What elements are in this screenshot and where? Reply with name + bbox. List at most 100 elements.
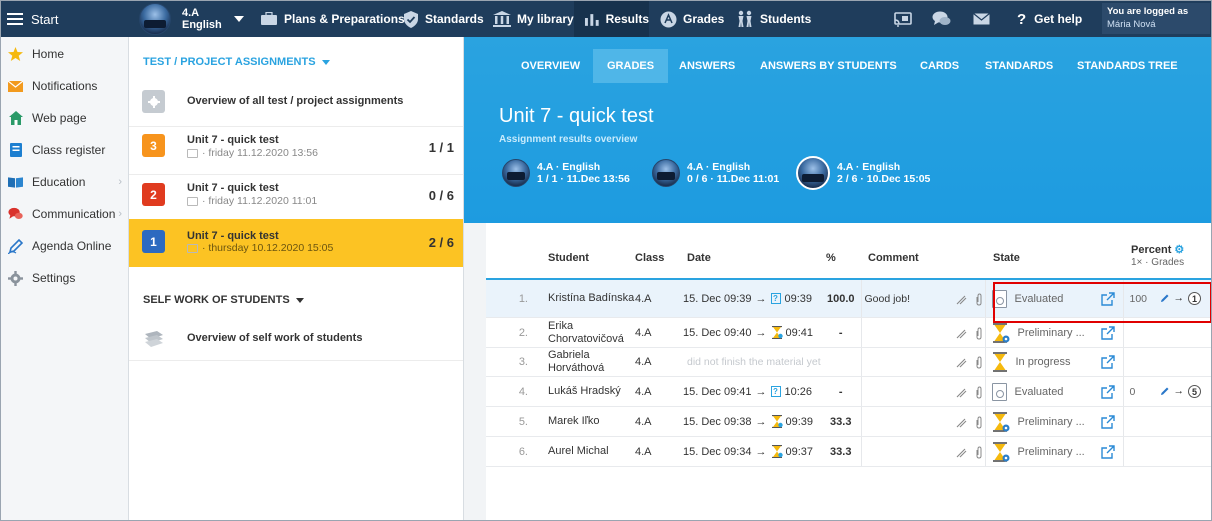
grades-table: Student Class Date % Comment State Perce… xyxy=(486,223,1211,467)
students-icon xyxy=(738,10,752,27)
help-button[interactable]: ? Get help xyxy=(1017,1,1082,37)
student-name[interactable]: Lukáš Hradský xyxy=(538,376,635,407)
student-name[interactable]: Erika Chorvatovičová xyxy=(538,317,635,348)
percent-grade-cell: 0 → 5 xyxy=(1122,376,1211,407)
pen-icon xyxy=(8,238,23,254)
attachment-icon[interactable] xyxy=(975,415,983,429)
comment-cell[interactable] xyxy=(860,317,985,348)
tab-answers-by-students[interactable]: ANSWERS BY STUDENTS xyxy=(746,49,911,83)
student-class: 4.A xyxy=(635,317,679,348)
table-row[interactable]: 5. Marek Iľko 4.A 15. Dec 09:38 → 09:39 33.3 Pr… xyxy=(486,406,1211,437)
col-state[interactable]: State xyxy=(985,223,1123,280)
col-comment[interactable]: Comment xyxy=(861,223,985,280)
hourglass-icon xyxy=(992,352,1007,372)
tab-standards[interactable]: STANDARDS xyxy=(971,49,1067,83)
nav-results[interactable]: Results xyxy=(574,1,649,37)
sidebar-item-communication[interactable]: Communication › xyxy=(1,198,128,230)
nav-grades[interactable]: Grades xyxy=(660,1,724,37)
external-link-icon[interactable] xyxy=(1100,291,1115,306)
attachment-icon[interactable] xyxy=(975,326,983,340)
edit-comment-icon[interactable] xyxy=(956,294,967,305)
edit-comment-icon[interactable] xyxy=(956,417,967,428)
sidebar-item-settings[interactable]: Settings xyxy=(1,262,128,294)
start-label: Start xyxy=(31,11,59,27)
sidebar-item-notifications[interactable]: Notifications xyxy=(1,70,128,102)
overview-self-work[interactable]: Overview of self work of students xyxy=(129,315,463,361)
comment-cell[interactable] xyxy=(860,436,985,467)
version-selector-3[interactable]: 4.A · English 2 / 6 · 10.Dec 15:05 xyxy=(796,155,930,191)
pencil-icon[interactable] xyxy=(1160,293,1170,303)
assignment-item-2[interactable]: 2 Unit 7 - quick test · friday 11.12.202… xyxy=(129,175,463,223)
comment-cell[interactable]: Good job! xyxy=(860,279,985,318)
assignment-item-3[interactable]: 3 Unit 7 - quick test · friday 11.12.202… xyxy=(129,127,463,175)
sidebar-item-home[interactable]: Home xyxy=(1,38,128,70)
table-row[interactable]: 3. Gabriela Horváthová 4.A did not finish t… xyxy=(486,347,1211,377)
col-student[interactable]: Student xyxy=(538,223,635,280)
table-row[interactable]: 1. Kristína Badínska 4.A 15. Dec 09:39 →? 09:… xyxy=(486,279,1211,318)
test-icon xyxy=(187,243,198,253)
student-name[interactable]: Gabriela Horváthová xyxy=(538,347,635,377)
user-account-panel[interactable]: You are logged as Mária Nová xyxy=(1102,3,1210,34)
assignment-item-1[interactable]: 1 Unit 7 - quick test · thursday 10.12.2… xyxy=(129,219,463,267)
tab-overview[interactable]: OVERVIEW xyxy=(507,49,594,83)
row-index: 3. xyxy=(486,347,538,377)
messages-button[interactable] xyxy=(932,1,957,37)
version-selector-2[interactable]: 4.A · English 0 / 6 · 11.Dec 11:01 xyxy=(652,155,779,191)
class-selector[interactable]: 4.A English xyxy=(139,3,244,35)
comment-cell[interactable] xyxy=(860,406,985,437)
start-menu-button[interactable]: Start xyxy=(1,1,129,37)
attachment-icon[interactable] xyxy=(975,292,983,306)
overview-all-assignments[interactable]: Overview of all test / project assignmen… xyxy=(129,79,463,127)
self-work-section-header[interactable]: SELF WORK OF STUDENTS xyxy=(143,294,304,306)
nav-standards[interactable]: Standards xyxy=(403,1,484,37)
external-link-icon[interactable] xyxy=(1100,325,1115,340)
mail-button[interactable] xyxy=(973,1,996,37)
attachment-icon[interactable] xyxy=(975,445,983,459)
student-name[interactable]: Aurel Michal xyxy=(538,436,635,467)
student-name[interactable]: Marek Iľko xyxy=(538,406,635,437)
main-panel: OVERVIEW GRADES ANSWERS ANSWERS BY STUDE… xyxy=(464,37,1211,520)
col-class[interactable]: Class xyxy=(635,223,679,280)
nav-plans[interactable]: Plans & Preparations xyxy=(260,1,405,37)
nav-plans-label: Plans & Preparations xyxy=(284,12,405,26)
sidebar-item-web-page[interactable]: Web page xyxy=(1,102,128,134)
edit-comment-icon[interactable] xyxy=(956,328,967,339)
table-row[interactable]: 4. Lukáš Hradský 4.A 15. Dec 09:41 →? 10:26- E… xyxy=(486,376,1211,407)
col-percent-grade[interactable]: Percent ⚙ 1× · Grades xyxy=(1123,223,1211,280)
edit-comment-icon[interactable] xyxy=(956,387,967,398)
tab-standards-tree[interactable]: STANDARDS TREE xyxy=(1063,49,1192,83)
col-date[interactable]: Date xyxy=(679,223,821,280)
external-link-icon[interactable] xyxy=(1100,444,1115,459)
sidebar-item-class-register[interactable]: Class register xyxy=(1,134,128,166)
sidebar-item-agenda-online[interactable]: Agenda Online xyxy=(1,230,128,262)
nav-library[interactable]: My library xyxy=(493,1,574,37)
app-window: Start 4.A English Plans & Preparations S… xyxy=(0,0,1212,521)
comment-cell[interactable] xyxy=(860,376,985,407)
external-link-icon[interactable] xyxy=(1100,384,1115,399)
version-class: 4.A · English xyxy=(537,161,601,173)
grade-badge[interactable]: 1 xyxy=(1188,291,1201,305)
tab-cards[interactable]: CARDS xyxy=(906,49,973,83)
col-percent[interactable]: % xyxy=(821,223,861,280)
question-icon: ? xyxy=(770,386,781,397)
attachment-icon[interactable] xyxy=(975,356,983,369)
comment-cell[interactable] xyxy=(860,347,985,377)
table-row[interactable]: 6. Aurel Michal 4.A 15. Dec 09:34 → 09:37 33.3… xyxy=(486,436,1211,467)
table-row[interactable]: 2. Erika Chorvatovičová 4.A 15. Dec 09:40 → 0… xyxy=(486,317,1211,348)
nav-students[interactable]: Students xyxy=(736,1,811,37)
version-selector-1[interactable]: 4.A · English 1 / 1 · 11.Dec 13:56 xyxy=(502,155,630,191)
pencil-icon[interactable] xyxy=(1160,386,1170,396)
cast-button[interactable] xyxy=(894,1,918,37)
edit-comment-icon[interactable] xyxy=(956,447,967,458)
attachment-icon[interactable] xyxy=(975,385,983,399)
gear-icon[interactable]: ⚙ xyxy=(1174,244,1184,256)
assignments-section-header[interactable]: TEST / PROJECT ASSIGNMENTS xyxy=(143,56,330,68)
sidebar-item-education[interactable]: Education › xyxy=(1,166,128,198)
external-link-icon[interactable] xyxy=(1100,414,1115,429)
external-link-icon[interactable] xyxy=(1100,355,1115,369)
student-name[interactable]: Kristína Badínska xyxy=(538,279,635,318)
tab-grades[interactable]: GRADES xyxy=(593,49,669,83)
tab-answers[interactable]: ANSWERS xyxy=(665,49,749,83)
edit-comment-icon[interactable] xyxy=(956,357,967,368)
grade-badge[interactable]: 5 xyxy=(1188,384,1201,398)
